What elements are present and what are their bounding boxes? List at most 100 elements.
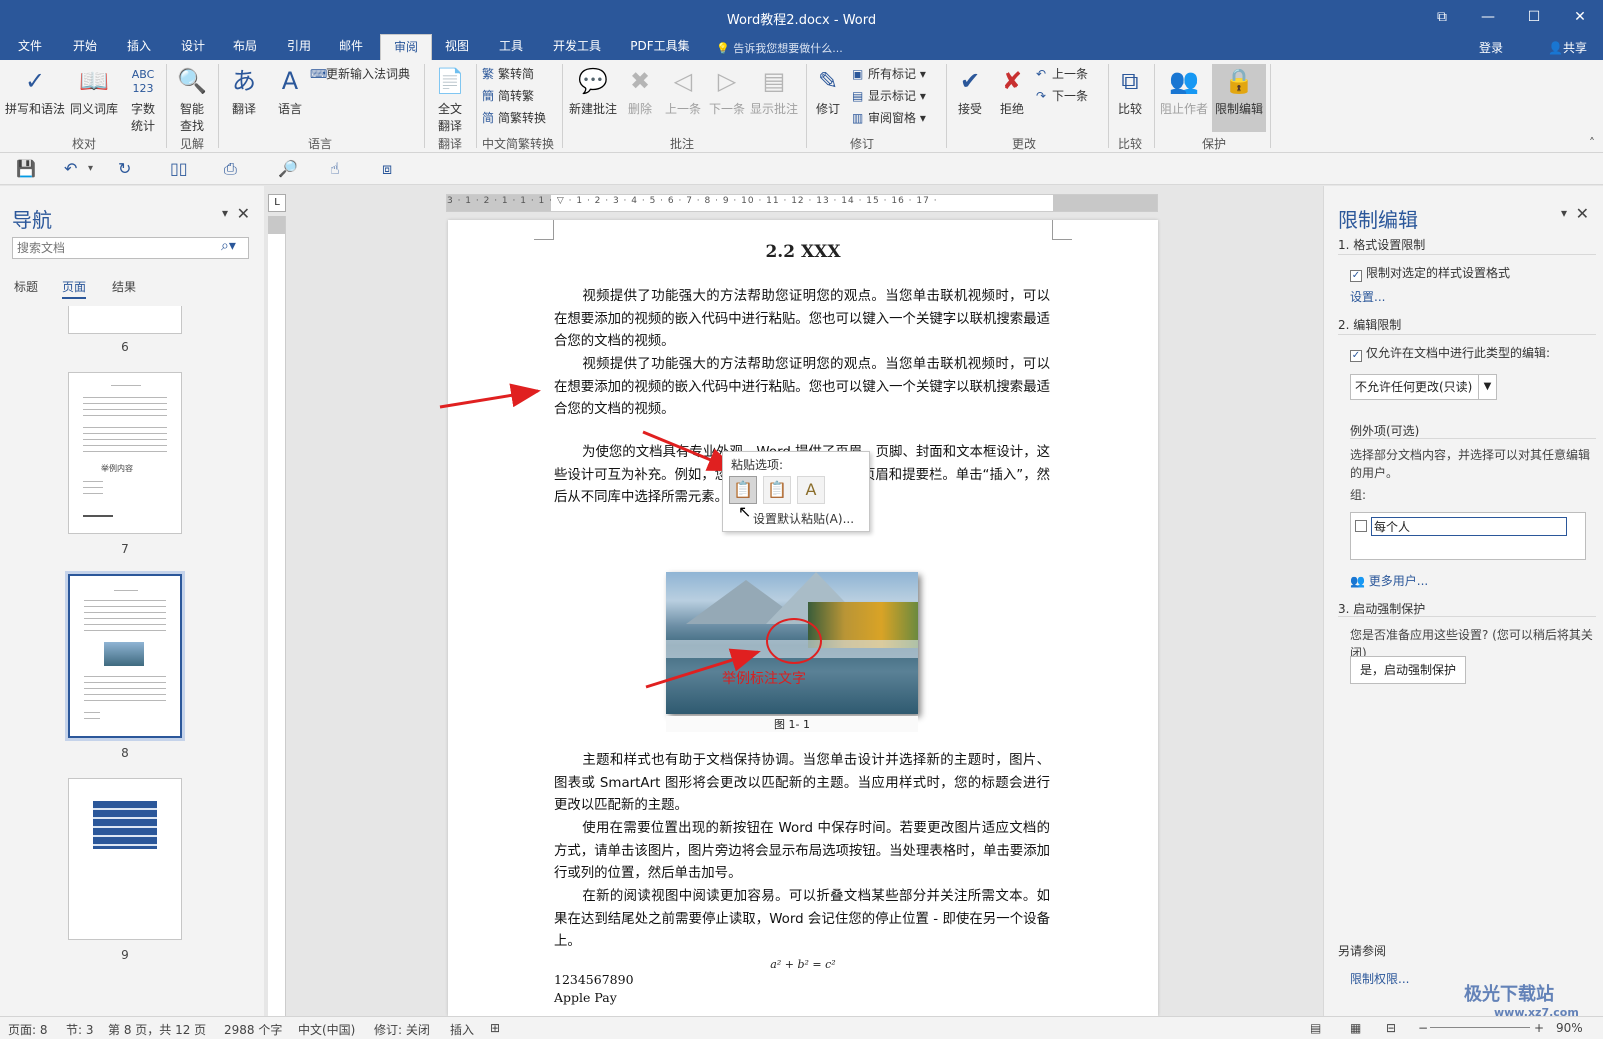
new-comment-button[interactable]: 💬 新建批注 — [566, 64, 620, 117]
show-comments-button[interactable]: ▤ 显示批注 — [748, 64, 800, 117]
status-language[interactable]: 中文(中国) — [298, 1021, 355, 1038]
full-translate-button[interactable]: 📄 全文 翻译 — [428, 64, 472, 134]
markup-display-dropdown[interactable]: ▣ 所有标记 ▾ — [852, 64, 926, 84]
status-page[interactable]: 页面: 8 — [8, 1021, 48, 1038]
tab-pdf-tools[interactable]: PDF工具集 — [622, 34, 698, 60]
search-icon[interactable]: ⌕▾ — [221, 238, 236, 254]
update-ime-dictionary-button[interactable]: ⌨更新输入法词典 — [310, 64, 410, 84]
merge-formatting-icon[interactable]: 📋 — [763, 476, 791, 504]
tab-insert[interactable]: 插入 — [116, 34, 162, 60]
tab-layout[interactable]: 布局 — [222, 34, 268, 60]
translate-button[interactable]: あ翻译 — [222, 64, 266, 117]
checkbox-unchecked-icon[interactable] — [1355, 520, 1367, 532]
editing-type-select[interactable]: 不允许任何更改(只读) ▼ — [1350, 374, 1497, 400]
page-thumbnail-9[interactable] — [68, 778, 182, 940]
show-markup-button[interactable]: ▤ 显示标记 ▾ — [852, 86, 926, 106]
settings-link[interactable]: 设置... — [1350, 288, 1385, 305]
delete-comment-button[interactable]: ✖ 删除 — [622, 64, 658, 117]
status-word-count[interactable]: 2988 个字 — [224, 1021, 282, 1038]
collapse-ribbon-icon[interactable]: ˄ — [1589, 136, 1595, 150]
tab-view[interactable]: 视图 — [434, 34, 480, 60]
restrict-editing-button[interactable]: 🔒 限制编辑 — [1212, 64, 1266, 132]
checkbox-checked-icon[interactable]: ✓ — [1350, 270, 1362, 282]
track-changes-button[interactable]: ✎ 修订 — [810, 64, 846, 117]
restrict-permission-link[interactable]: 限制权限... — [1350, 970, 1409, 987]
document-page[interactable]: 2.2 XXX 视频提供了功能强大的方法帮助您证明您的观点。当您单击联机视频时，… — [448, 220, 1158, 1016]
block-authors-button[interactable]: 👥 阻止作者 — [1158, 64, 1210, 117]
login-link[interactable]: 登录 — [1479, 39, 1503, 56]
tab-selector[interactable]: L — [268, 194, 286, 212]
next-change-button[interactable]: ↷ 下一条 — [1036, 86, 1088, 106]
start-enforcing-button[interactable]: 是，启动强制保护 — [1350, 656, 1466, 684]
formatting-restriction-checkbox[interactable]: ✓ 限制对选定的样式设置格式 — [1350, 264, 1510, 282]
tab-references[interactable]: 引用 — [276, 34, 322, 60]
nav-tab-pages[interactable]: 页面 — [62, 278, 87, 299]
next-comment-button[interactable]: ▷ 下一条 — [706, 64, 748, 117]
simplified-to-traditional-button[interactable]: 簡简转繁 — [482, 86, 534, 106]
two-pages-icon[interactable]: ▯▯ — [170, 159, 188, 178]
page-thumbnail-6[interactable] — [68, 306, 182, 334]
share-button[interactable]: 👤共享 — [1548, 39, 1587, 56]
editing-restriction-checkbox[interactable]: ✓ 仅允许在文档中进行此类型的编辑: — [1350, 344, 1550, 362]
tab-tools[interactable]: 工具 — [488, 34, 534, 60]
reject-button[interactable]: ✘ 拒绝 — [992, 64, 1032, 117]
group-item-everyone[interactable]: 每个人 — [1355, 517, 1567, 536]
tab-mailings[interactable]: 邮件 — [328, 34, 374, 60]
nav-tab-results[interactable]: 结果 — [112, 278, 136, 295]
close-button[interactable]: ✕ — [1557, 0, 1603, 34]
nav-tab-headings[interactable]: 标题 — [14, 278, 38, 295]
page-thumbnail-7[interactable]: 举例内容 — [68, 372, 182, 534]
thesaurus-button[interactable]: 📖 同义词库 — [66, 64, 122, 117]
zoom-level[interactable]: 90% — [1556, 1021, 1583, 1035]
keep-text-only-icon[interactable]: A — [797, 476, 825, 504]
tab-design[interactable]: 设计 — [170, 34, 216, 60]
compare-button[interactable]: ⧉ 比较 — [1112, 64, 1148, 117]
tab-developer[interactable]: 开发工具 — [542, 34, 612, 60]
reviewing-pane-button[interactable]: ▥ 审阅窗格 ▾ — [852, 108, 926, 128]
traditional-to-simplified-button[interactable]: 繁繁转简 — [482, 64, 534, 84]
search-document-input[interactable] — [12, 237, 249, 259]
status-track-changes[interactable]: 修订: 关闭 — [374, 1021, 430, 1038]
customize-qat-icon[interactable]: ⧈ — [382, 159, 392, 179]
keep-source-formatting-icon[interactable]: 📋 — [729, 476, 757, 504]
redo-icon[interactable]: ↻ — [118, 159, 131, 178]
previous-change-button[interactable]: ↶ 上一条 — [1036, 64, 1088, 84]
previous-comment-button[interactable]: ◁ 上一条 — [662, 64, 704, 117]
tab-home[interactable]: 开始 — [62, 34, 108, 60]
more-users-link[interactable]: 👥 更多用户... — [1350, 572, 1428, 589]
save-icon[interactable]: 💾 — [16, 159, 36, 178]
pane-options-icon[interactable]: ▾ — [222, 206, 228, 220]
close-pane-icon[interactable]: ✕ — [1576, 204, 1589, 223]
zoom-out-icon[interactable]: − — [1418, 1021, 1428, 1035]
page-thumbnail-8[interactable] — [65, 571, 185, 741]
minimize-button[interactable]: — — [1465, 0, 1511, 34]
spelling-grammar-button[interactable]: ✓ 拼写和语法 — [4, 64, 66, 117]
close-navigation-icon[interactable]: ✕ — [237, 204, 250, 223]
zoom-slider[interactable] — [1430, 1027, 1530, 1028]
chinese-conversion-button[interactable]: 简简繁转换 — [482, 108, 546, 128]
undo-icon[interactable]: ↶ — [64, 159, 77, 178]
tab-file[interactable]: 文件 — [8, 34, 52, 60]
status-page-count[interactable]: 第 8 页，共 12 页 — [108, 1021, 206, 1038]
landscape-image[interactable]: 举例标注文字 — [666, 572, 918, 714]
status-section[interactable]: 节: 3 — [66, 1021, 94, 1038]
checkbox-checked-icon[interactable]: ✓ — [1350, 350, 1362, 362]
status-insert-mode[interactable]: 插入 — [450, 1021, 474, 1038]
language-button[interactable]: A 语言 — [268, 64, 312, 117]
tell-me-search[interactable]: 💡 告诉我您想要做什么... — [716, 40, 843, 56]
accept-button[interactable]: ✔ 接受 — [950, 64, 990, 117]
maximize-button[interactable]: ☐ — [1511, 0, 1557, 34]
word-count-button[interactable]: ABC 123 字数 统计 — [124, 64, 162, 134]
ribbon-display-options-icon[interactable]: ⧉ — [1419, 0, 1465, 34]
set-default-paste-item[interactable]: 设置默认粘贴(A)... — [753, 510, 854, 527]
pane-options-icon[interactable]: ▾ — [1561, 206, 1567, 220]
smart-lookup-button[interactable]: 🔍 智能 查找 — [170, 64, 214, 134]
read-mode-icon[interactable]: ▤ — [1310, 1021, 1321, 1035]
tab-review[interactable]: 审阅 — [380, 34, 432, 60]
macro-record-icon[interactable]: ⊞ — [490, 1021, 500, 1035]
print-preview-icon[interactable]: ⎙ — [224, 159, 237, 179]
web-layout-icon[interactable]: ⊟ — [1386, 1021, 1396, 1035]
print-layout-icon[interactable]: ▦ — [1350, 1021, 1361, 1035]
zoom-page-icon[interactable]: 🔎 — [278, 159, 298, 178]
zoom-in-icon[interactable]: + — [1534, 1021, 1544, 1035]
